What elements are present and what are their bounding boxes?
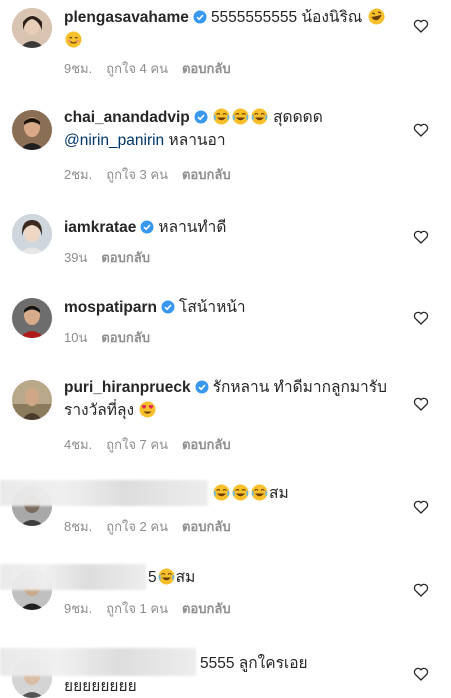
comment-body: mospatiparn โสน้าหน้า [64,296,403,319]
comment-partial: 5 [148,569,157,586]
reply-button[interactable]: ตอบกลับ [182,519,231,534]
comment-time: 9ชม. [64,61,93,76]
joy-emoji [251,108,268,125]
comment-body: chai_anandadvip สุดดดด @nirin_panirin หล… [64,106,403,152]
comment-text: สม [175,569,196,586]
heart-outline-icon[interactable] [413,666,429,682]
mention-link[interactable]: @nirin_panirin [64,132,164,149]
comment-body: สม [212,482,403,505]
username[interactable]: chai_anandadvip [64,109,190,126]
heart-outline-icon[interactable] [413,396,429,412]
reply-button[interactable]: ตอบกลับ [182,437,231,452]
comment-text: 5555 ลูกใครเอย [200,655,308,672]
comments-list: plengasavahame 5555555555 น้องนิริณ 9ชม. ถ… [0,0,451,698]
heart-outline-icon[interactable] [413,229,429,245]
joy-emoji [232,484,249,501]
redacted-username [0,564,146,590]
redacted-username [0,648,196,676]
comment-time: 10น [64,330,88,345]
username[interactable]: iamkratae [64,219,136,236]
comment-time: 9ชม. [64,601,93,616]
comment-text: สม [269,485,289,502]
comment-time: 39น [64,250,88,265]
comment-meta: 4ชม. ถูกใจ 7 คน ตอบกลับ [64,434,245,455]
joy-emoji [232,108,249,125]
heart-outline-icon[interactable] [413,18,429,34]
comment-text-cont: ยยยยยยยย [64,678,137,695]
comment-meta: 39น ตอบกลับ [64,247,164,268]
reply-button[interactable]: ตอบกลับ [182,167,231,182]
heart-outline-icon[interactable] [413,122,429,138]
comment-text: หลานทำดี [158,219,227,236]
avatar[interactable] [12,298,52,338]
comment-meta: 8ชม. ถูกใจ 2 คน ตอบกลับ [64,516,245,537]
avatar[interactable] [12,8,52,48]
comment-text-cont: หลานอา [168,132,226,149]
comment-meta: 10น ตอบกลับ [64,327,164,348]
comment-body-cont: ยยยยยยยย [64,675,403,698]
like-count[interactable]: ถูกใจ 1 คน [106,601,168,616]
username[interactable]: mospatiparn [64,299,157,316]
comment-meta: 9ชม. ถูกใจ 4 คน ตอบกลับ [64,58,245,79]
like-count[interactable]: ถูกใจ 2 คน [106,519,168,534]
heart-outline-icon[interactable] [413,310,429,326]
heart-eyes-emoji [139,401,156,418]
heart-outline-icon[interactable] [413,499,429,515]
comment-body: plengasavahame 5555555555 น้องนิริณ [64,6,403,52]
comment-time: 2ชม. [64,167,93,182]
avatar[interactable] [12,110,52,150]
comment-text: 5555555555 น้องนิริณ [210,9,363,26]
smiling-emoji [65,31,82,48]
reply-button[interactable]: ตอบกลับ [101,250,150,265]
like-count[interactable]: ถูกใจ 3 คน [106,167,168,182]
joy-emoji [158,568,175,585]
verified-badge-icon [161,300,175,314]
verified-badge-icon [140,220,154,234]
heart-outline-icon[interactable] [413,582,429,598]
joy-emoji [213,108,230,125]
comment-text: โสน้าหน้า [179,299,246,316]
comment-body: puri_hiranprueck รักหลาน ทำดีมากลูกมารับร… [64,376,403,422]
comment-text: สุดดดด [273,109,323,126]
avatar[interactable] [12,214,52,254]
avatar[interactable] [12,380,52,420]
joy-emoji [251,484,268,501]
reply-button[interactable]: ตอบกลับ [101,330,150,345]
like-count[interactable]: ถูกใจ 7 คน [106,437,168,452]
comment-time: 8ชม. [64,519,93,534]
verified-badge-icon [194,110,208,124]
comment-time: 4ชม. [64,437,93,452]
reply-button[interactable]: ตอบกลับ [182,601,231,616]
verified-badge-icon [195,380,209,394]
reply-button[interactable]: ตอบกลับ [182,61,231,76]
username[interactable]: plengasavahame [64,9,189,26]
comment-body: iamkratae หลานทำดี [64,216,403,239]
like-count[interactable]: ถูกใจ 4 คน [106,61,168,76]
joy-emoji [213,484,230,501]
username[interactable]: puri_hiranprueck [64,379,191,396]
comment-body: 5555 ลูกใครเอย [200,652,403,675]
verified-badge-icon [193,10,207,24]
rofl-emoji [368,8,385,25]
redacted-username [0,480,208,506]
comment-meta: 9ชม. ถูกใจ 1 คน ตอบกลับ [64,598,245,619]
comment-body: 5 สม [148,566,403,589]
comment-meta: 2ชม. ถูกใจ 3 คน ตอบกลับ [64,164,245,185]
